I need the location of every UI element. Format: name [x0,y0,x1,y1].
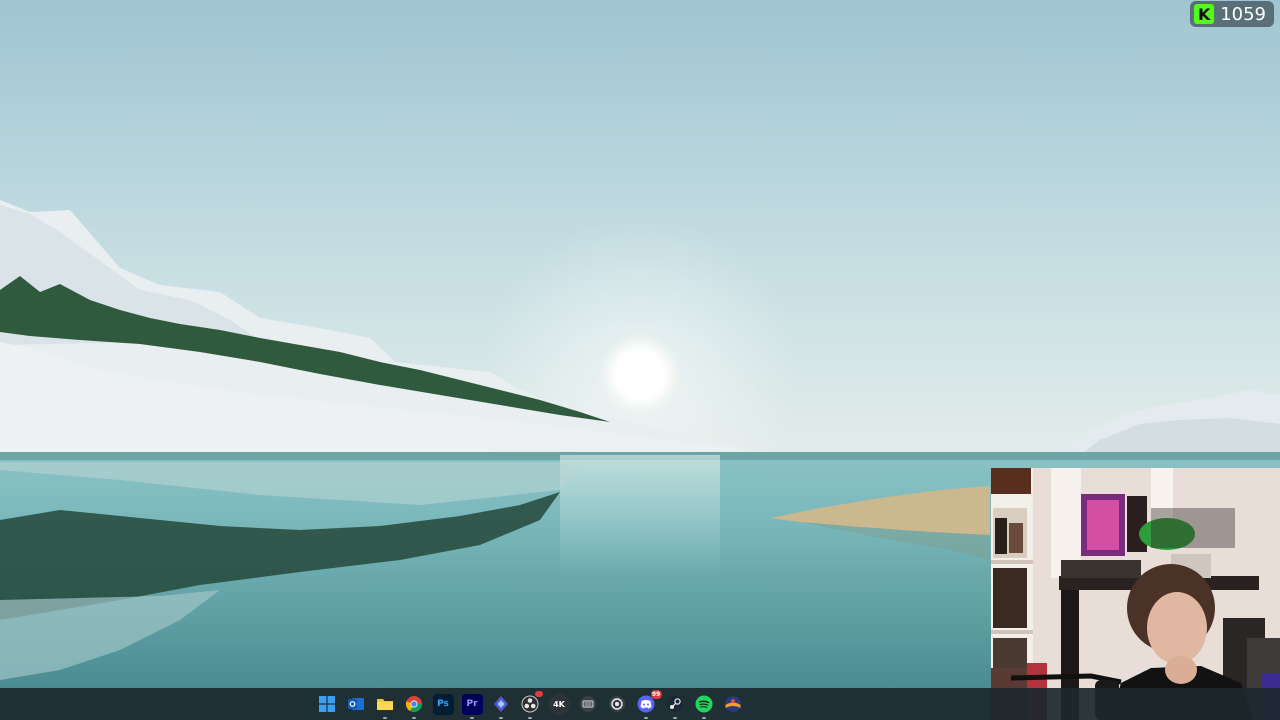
photoshop-label: Ps [437,699,449,709]
spotify-icon[interactable] [694,694,715,719]
4k-label: 4K [553,699,565,709]
discord-icon[interactable]: 99 [636,689,662,719]
4k-icon[interactable]: 4K [548,693,570,715]
windows-logo-icon[interactable] [317,694,338,715]
taskbar-icons: Ps Pr 4K 99 [317,689,744,719]
circle-app-icon[interactable] [607,694,628,715]
webcam-overlay [991,468,1280,720]
keyboard-icon[interactable] [578,694,599,715]
premiere-icon[interactable]: Pr [461,693,483,719]
folder-icon[interactable] [375,694,396,719]
premiere-label: Pr [466,699,478,709]
steam-icon[interactable] [665,694,686,719]
taskbar: Ps Pr 4K 99 [0,688,1280,720]
kick-logo-icon: K [1194,4,1215,24]
globe-app-icon[interactable] [723,694,744,715]
viewer-count: 1059 [1220,3,1266,25]
diamond-icon[interactable] [491,694,512,719]
viewer-count-badge: K 1059 [1190,1,1274,27]
obs-icon[interactable] [520,690,543,719]
webcam-feed-image [991,468,1280,720]
outlook-icon[interactable] [346,694,367,715]
desktop[interactable]: K 1059 Ps Pr 4K 99 [0,0,1280,720]
discord-notification-badge: 99 [650,689,662,699]
chrome-icon[interactable] [404,694,425,719]
photoshop-icon[interactable]: Ps [432,693,454,715]
